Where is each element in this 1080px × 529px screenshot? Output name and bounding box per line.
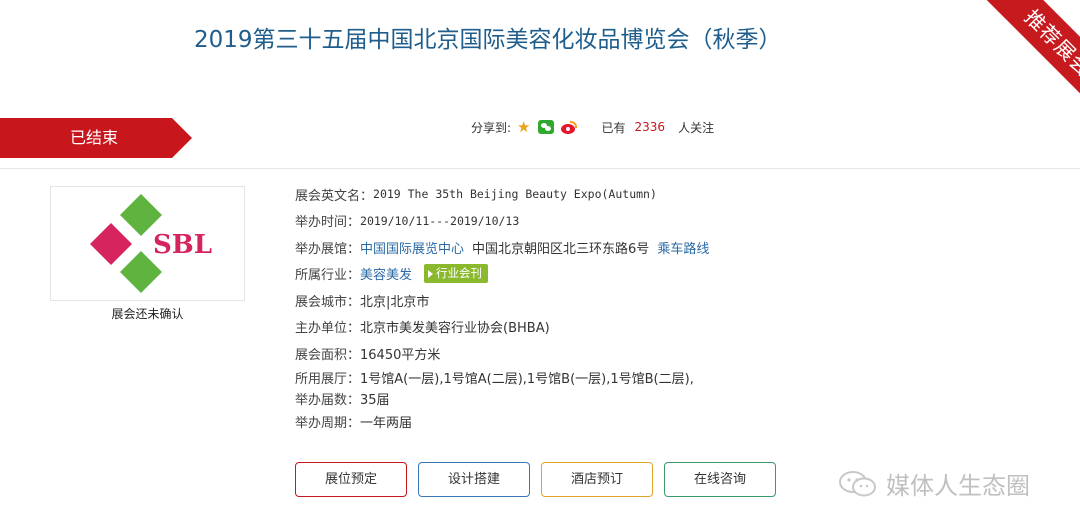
wechat-watermark-icon	[839, 470, 876, 496]
star-icon[interactable]: ★	[517, 118, 530, 136]
watermark: 媒体人生态圈	[838, 466, 1030, 501]
area-label: 展会面积：	[295, 347, 361, 363]
venue-address: 中国北京朝阳区北三环东路6号	[472, 241, 650, 257]
followers-prefix: 已有	[601, 120, 626, 135]
logo-diamond-left	[90, 223, 132, 265]
venue-label: 举办展馆：	[295, 241, 361, 257]
info-row-halls: 所用展厅： 1号馆A(一层),1号馆A(二层),1号馆B(一层),1号馆B(二层…	[295, 367, 1015, 388]
info-row-english-name: 展会英文名： 2019 The 35th Beijing Beauty Expo…	[295, 181, 1015, 208]
sbl-logo-graphic: SBL	[90, 194, 212, 293]
weibo-icon[interactable]	[560, 120, 577, 134]
route-link[interactable]: 乘车路线	[657, 238, 709, 257]
city-label: 展会城市：	[295, 294, 361, 310]
info-row-city: 展会城市： 北京|北京市	[295, 287, 1015, 314]
hotel-booking-button[interactable]: 酒店预订	[541, 462, 653, 497]
industry-journal-tag[interactable]: 行业会刊	[424, 264, 489, 284]
status-ribbon: 已结束	[0, 118, 192, 158]
english-name-label: 展会英文名：	[295, 188, 374, 204]
sessions-value: 35届	[360, 392, 390, 408]
info-row-dates: 举办时间： 2019/10/11---2019/10/13	[295, 208, 1015, 235]
area-value: 16450平方米	[360, 347, 441, 363]
booth-reservation-button[interactable]: 展位预定	[295, 462, 407, 497]
followers-count: 2336	[634, 120, 666, 134]
logo-text: SBL	[153, 230, 212, 260]
info-row-venue: 举办展馆： 中国国际展览中心 中国北京朝阳区北三环东路6号 乘车路线	[295, 234, 1015, 261]
organizer-label: 主办单位：	[295, 321, 361, 337]
divider	[0, 168, 1080, 169]
organizer-value: 北京市美发美容行业协会(BHBA)	[360, 321, 550, 337]
industry-link[interactable]: 美容美发	[360, 264, 412, 283]
design-build-button[interactable]: 设计搭建	[418, 462, 530, 497]
share-bar: 分享到: ★ 已有 2336 人关注	[471, 118, 714, 136]
cycle-value: 一年两届	[360, 416, 413, 432]
industry-label: 所属行业：	[295, 268, 361, 284]
wechat-icon[interactable]	[537, 120, 554, 134]
dates-label: 举办时间：	[295, 215, 361, 231]
city-value: 北京|北京市	[360, 294, 430, 310]
action-buttons: 展位预定 设计搭建 酒店预订 在线咨询	[295, 462, 787, 497]
online-consult-button[interactable]: 在线咨询	[664, 462, 776, 497]
english-name-value: 2019 The 35th Beijing Beauty Expo(Autumn…	[373, 187, 657, 202]
recommended-corner-ribbon: 推荐展会	[955, 0, 1080, 125]
share-label: 分享到:	[471, 120, 512, 135]
page-title: 2019第三十五届中国北京国际美容化妆品博览会（秋季）	[194, 27, 782, 53]
followers-suffix: 人关注	[678, 120, 715, 135]
info-row-organizer: 主办单位： 北京市美发美容行业协会(BHBA)	[295, 314, 1015, 341]
info-row-industry: 所属行业： 美容美发 行业会刊	[295, 261, 1015, 288]
recommended-ribbon-label: 推荐展会	[976, 0, 1080, 125]
info-row-area: 展会面积： 16450平方米	[295, 340, 1015, 367]
expo-logo: SBL	[50, 186, 245, 301]
venue-link[interactable]: 中国国际展览中心	[360, 238, 464, 257]
sessions-label: 举办届数：	[295, 392, 361, 408]
halls-value: 1号馆A(一层),1号馆A(二层),1号馆B(一层),1号馆B(二层),	[360, 371, 694, 387]
info-row-cycle: 举办周期： 一年两届	[295, 409, 1015, 436]
play-icon	[428, 269, 434, 278]
logo-caption: 展会还未确认	[111, 307, 184, 321]
watermark-text: 媒体人生态圈	[886, 472, 1030, 500]
industry-journal-label: 行业会刊	[436, 266, 483, 281]
info-row-sessions: 举办届数： 35届	[295, 388, 1015, 409]
expo-info: 展会英文名： 2019 The 35th Beijing Beauty Expo…	[295, 181, 1015, 435]
dates-value: 2019/10/11---2019/10/13	[360, 213, 520, 228]
cycle-label: 举办周期：	[295, 416, 361, 432]
halls-label: 所用展厅：	[295, 371, 361, 387]
